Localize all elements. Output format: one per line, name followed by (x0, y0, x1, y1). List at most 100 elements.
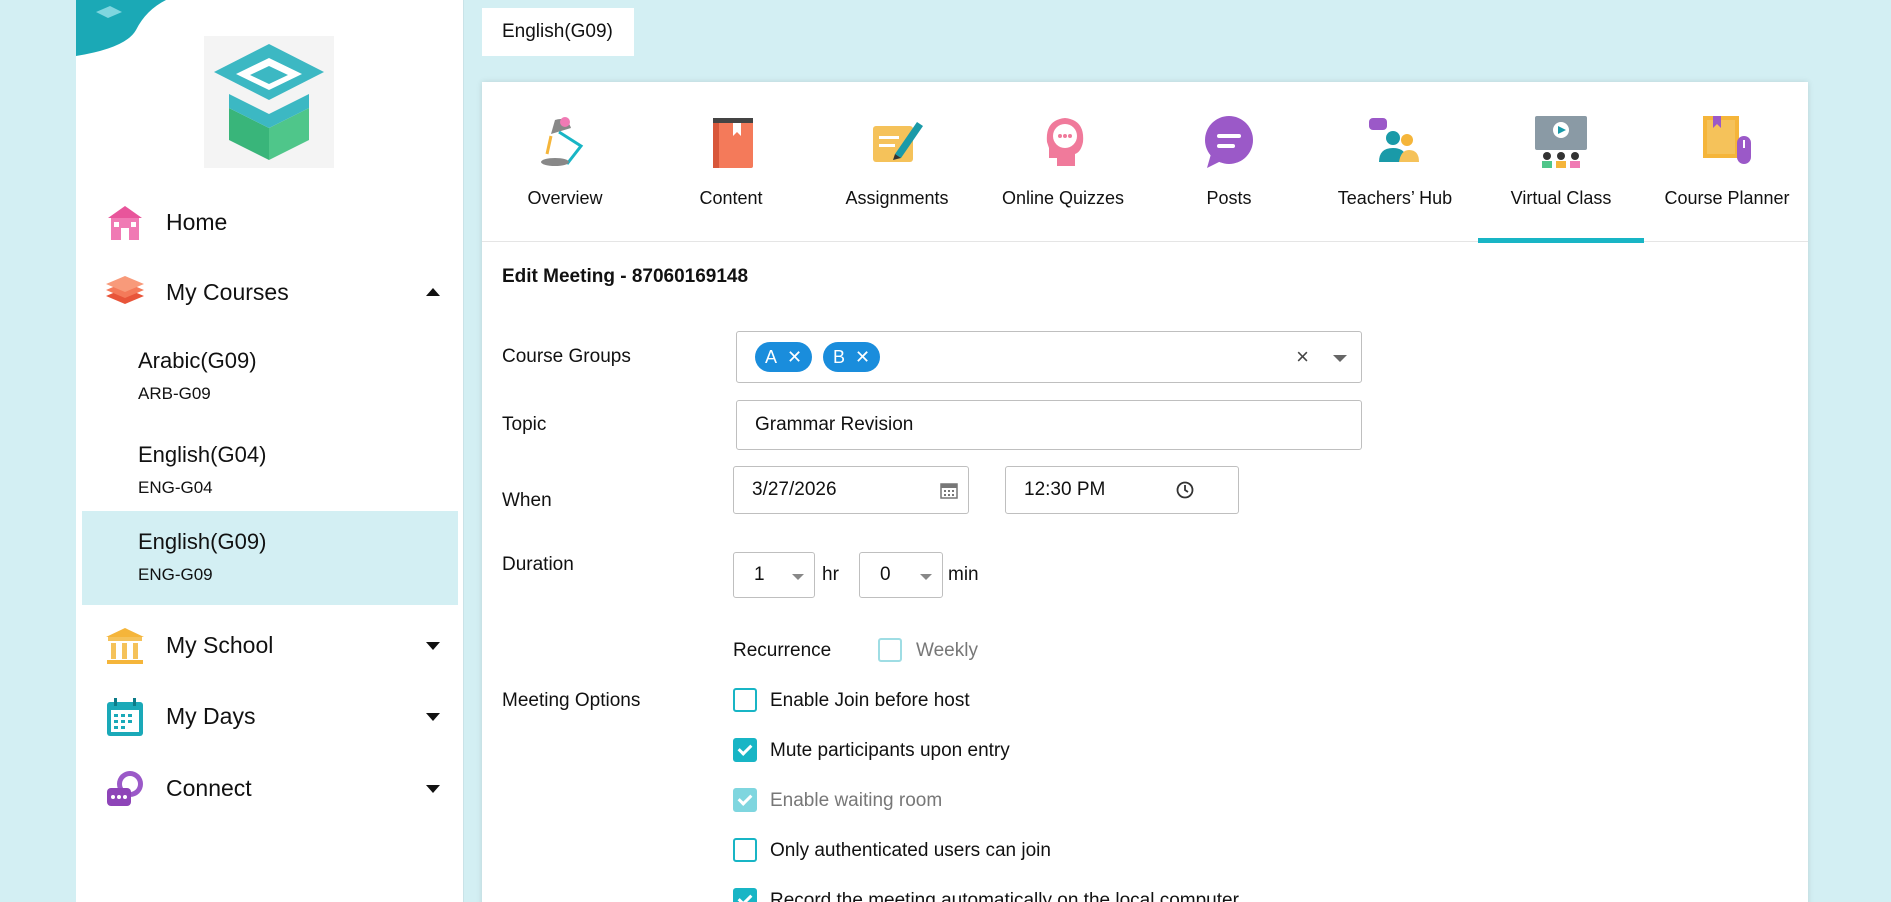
check-icon (737, 891, 753, 902)
course-breadcrumb[interactable]: English(G09) (482, 8, 634, 56)
tab-online-quizzes[interactable]: Online Quizzes (980, 82, 1146, 242)
topic-label: Topic (502, 414, 547, 435)
nav-my-school[interactable]: My School (76, 617, 458, 673)
group-tag-a: A ✕ (755, 342, 813, 372)
chevron-up-icon (426, 288, 440, 296)
sidebar: Home My Courses Arabic(G09) ARB-G09 Engl… (76, 0, 464, 902)
tab-teachers-hub[interactable]: Teachers’ Hub (1312, 82, 1478, 242)
when-label: When (502, 490, 552, 511)
course-code: ENG-G04 (138, 478, 213, 497)
mute-on-entry-checkbox[interactable] (733, 738, 757, 762)
calendar-icon[interactable] (940, 481, 958, 499)
hours-unit: hr (822, 564, 839, 585)
nav-label: My Courses (166, 278, 289, 305)
join-before-host-checkbox[interactable] (733, 688, 757, 712)
minutes-unit: min (948, 564, 979, 585)
home-icon (108, 206, 142, 240)
course-name: English(G09) (138, 529, 267, 554)
chevron-down-icon (792, 574, 804, 580)
waiting-room-checkbox (733, 788, 757, 812)
topic-input[interactable]: Grammar Revision (736, 400, 1362, 450)
course-groups-select[interactable]: A ✕ B ✕ × (736, 331, 1362, 383)
nav-label: My Days (166, 702, 256, 729)
option-label: Record the meeting automatically on the … (770, 890, 1239, 902)
course-tabs: Overview Content Assignments Online Quiz… (482, 82, 1810, 243)
hours-value: 1 (754, 564, 765, 585)
course-item-arabic[interactable]: Arabic(G09) ARB-G09 (82, 330, 458, 424)
time-value: 12:30 PM (1024, 479, 1106, 500)
chat-icon (107, 771, 143, 806)
course-name: English(G04) (138, 442, 267, 467)
course-item-english-g04[interactable]: English(G04) ENG-G04 (82, 424, 458, 518)
planner-icon (1703, 116, 1751, 164)
teachers-icon (1369, 118, 1419, 162)
tab-label: Overview (527, 188, 603, 208)
pen-paper-icon (873, 122, 923, 162)
chevron-down-icon (426, 642, 440, 650)
course-item-english-g09[interactable]: English(G09) ENG-G09 (82, 511, 458, 605)
tab-course-planner[interactable]: Course Planner (1644, 82, 1810, 242)
time-input[interactable]: 12:30 PM (1005, 466, 1239, 514)
clock-icon[interactable] (1176, 481, 1194, 499)
recurrence-label: Recurrence (733, 640, 832, 661)
tab-posts[interactable]: Posts (1146, 82, 1312, 242)
option-label: Only authenticated users can join (770, 840, 1051, 861)
duration-label: Duration (502, 554, 574, 575)
authenticated-only-checkbox[interactable] (733, 838, 757, 862)
tab-label: Virtual Class (1510, 188, 1612, 208)
chevron-down-icon[interactable] (1333, 355, 1347, 362)
app-logo-icon (204, 36, 334, 168)
check-icon (737, 741, 753, 756)
auto-record-checkbox[interactable] (733, 888, 757, 902)
option-label: Enable Join before host (770, 690, 970, 711)
check-icon (737, 791, 753, 806)
meeting-options-label: Meeting Options (502, 690, 641, 711)
nav-label: My School (166, 631, 274, 658)
tab-label: Course Planner (1664, 188, 1790, 208)
weekly-label: Weekly (916, 640, 978, 661)
nav-my-courses[interactable]: My Courses (76, 264, 458, 320)
tag-label: B (833, 346, 846, 367)
chevron-down-icon (426, 713, 440, 721)
course-name: Arabic(G09) (138, 348, 257, 373)
form-title: Edit Meeting - 87060169148 (502, 266, 749, 287)
virtual-class-icon (1535, 116, 1587, 168)
chevron-down-icon (920, 574, 932, 580)
nav-connect[interactable]: Connect (76, 760, 458, 816)
tab-label: Content (699, 188, 763, 208)
thinking-head-icon (1046, 118, 1084, 166)
main-panel: Overview Content Assignments Online Quiz… (482, 82, 1808, 902)
date-input[interactable]: 3/27/2026 (733, 466, 969, 514)
tab-assignments[interactable]: Assignments (814, 82, 980, 242)
option-label: Enable waiting room (770, 790, 943, 811)
desk-lamp-icon (541, 117, 584, 166)
nav-my-days[interactable]: My Days (76, 688, 458, 744)
tab-virtual-class[interactable]: Virtual Class (1478, 82, 1644, 243)
school-icon (106, 628, 144, 664)
tab-label: Posts (1206, 188, 1252, 208)
nav-home[interactable]: Home (76, 194, 458, 250)
calendar-icon (107, 698, 143, 736)
tab-overview[interactable]: Overview (482, 82, 648, 242)
tab-label: Assignments (845, 188, 949, 208)
duration-minutes-select[interactable]: 0 (859, 552, 943, 598)
corner-logo-icon (76, 0, 166, 56)
books-icon (106, 276, 144, 304)
close-icon[interactable]: ✕ (855, 347, 870, 368)
tab-label: Teachers’ Hub (1337, 188, 1453, 208)
nav-label: Connect (166, 774, 252, 801)
tab-label: Online Quizzes (1001, 188, 1125, 208)
tag-label: A (765, 346, 778, 367)
nav-label: Home (166, 208, 228, 235)
clear-icon[interactable]: × (1296, 344, 1309, 370)
speech-bubble-icon (1205, 116, 1253, 168)
group-tag-b: B ✕ (823, 342, 881, 372)
close-icon[interactable]: ✕ (787, 347, 802, 368)
course-groups-label: Course Groups (502, 346, 631, 367)
book-icon (713, 118, 753, 168)
weekly-checkbox[interactable] (878, 638, 902, 662)
minutes-value: 0 (880, 564, 891, 585)
duration-hours-select[interactable]: 1 (733, 552, 815, 598)
tab-content[interactable]: Content (648, 82, 814, 242)
option-label: Mute participants upon entry (770, 740, 1010, 761)
